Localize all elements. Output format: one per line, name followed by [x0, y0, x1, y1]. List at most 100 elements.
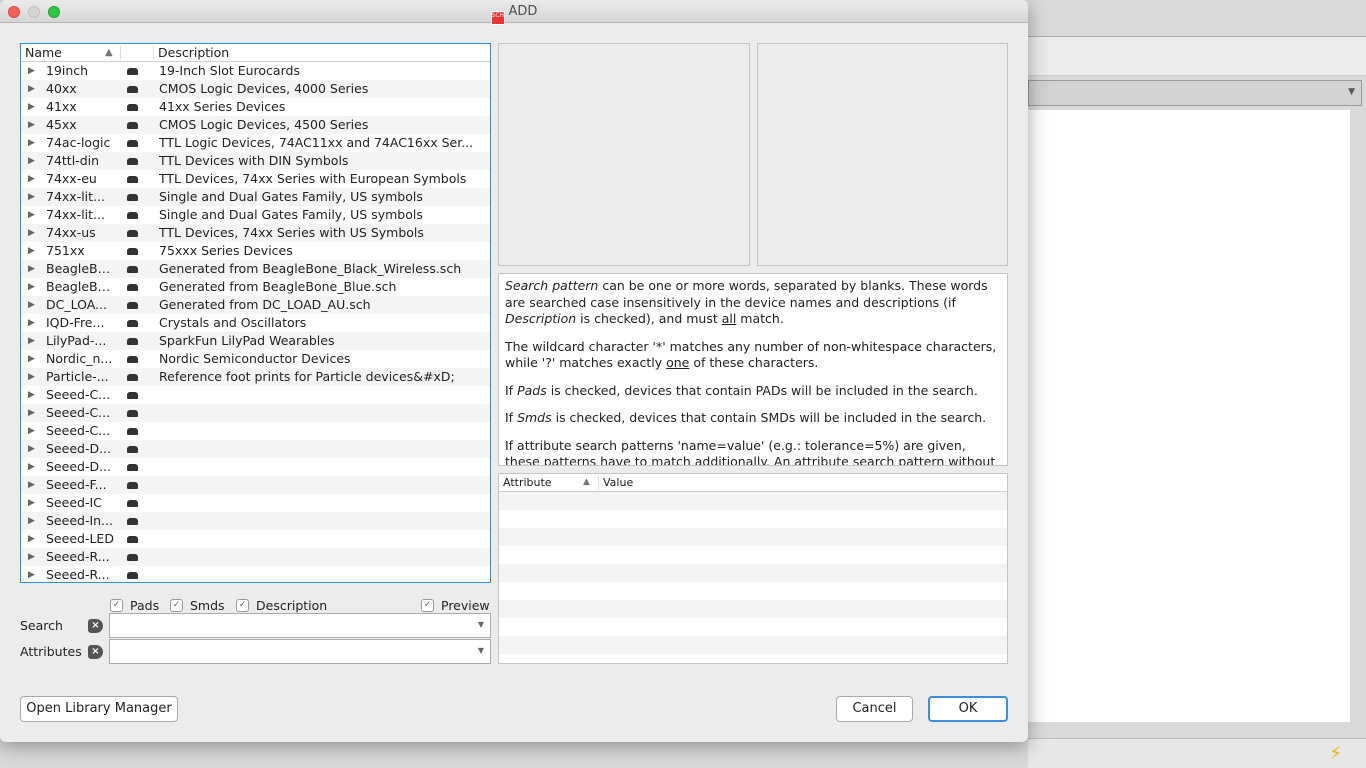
- column-value[interactable]: Value: [603, 474, 633, 491]
- expand-arrow-icon[interactable]: ▶: [28, 494, 35, 512]
- library-row[interactable]: ▶ 19inch 19-Inch Slot Eurocards: [21, 62, 490, 80]
- attribute-row: [499, 564, 1007, 582]
- cancel-button[interactable]: Cancel: [836, 696, 913, 722]
- library-row[interactable]: ▶ Seeed-IC: [21, 494, 490, 512]
- library-row[interactable]: ▶ LilyPad-... SparkFun LilyPad Wearables: [21, 332, 490, 350]
- expand-arrow-icon[interactable]: ▶: [28, 242, 35, 260]
- expand-arrow-icon[interactable]: ▶: [28, 386, 35, 404]
- library-description: Nordic Semiconductor Devices: [159, 351, 351, 366]
- chevron-down-icon[interactable]: ▼: [478, 646, 484, 655]
- library-row[interactable]: ▶ Seeed-F...: [21, 476, 490, 494]
- pads-checkbox[interactable]: ✓ Pads: [110, 598, 159, 613]
- expand-arrow-icon[interactable]: ▶: [28, 98, 35, 116]
- library-row[interactable]: ▶ Seeed-In...: [21, 512, 490, 530]
- expand-arrow-icon[interactable]: ▶: [28, 368, 35, 386]
- column-attribute[interactable]: Attribute: [503, 474, 552, 491]
- library-row[interactable]: ▶ 74ttl-din TTL Devices with DIN Symbols: [21, 152, 490, 170]
- library-icon: [127, 122, 138, 129]
- help-text-segment: If: [505, 382, 518, 398]
- library-name: Seeed-C...: [46, 387, 111, 402]
- library-row[interactable]: ▶ DC_LOA... Generated from DC_LOAD_AU.sch: [21, 296, 490, 314]
- library-row[interactable]: ▶ 41xx 41xx Series Devices: [21, 98, 490, 116]
- expand-arrow-icon[interactable]: ▶: [28, 530, 35, 548]
- open-library-manager-button[interactable]: Open Library Manager: [20, 696, 178, 722]
- library-name: Seeed-D...: [46, 441, 111, 456]
- expand-arrow-icon[interactable]: ▶: [28, 566, 35, 582]
- library-description: Generated from BeagleBone_Blue.sch: [159, 279, 397, 294]
- library-icon: [127, 140, 138, 147]
- minimize-button[interactable]: [28, 6, 40, 18]
- library-row[interactable]: ▶ Nordic_n... Nordic Semiconductor Devices: [21, 350, 490, 368]
- library-row[interactable]: ▶ BeagleBo... Generated from BeagleBone_Bl…: [21, 278, 490, 296]
- expand-arrow-icon[interactable]: ▶: [28, 62, 35, 80]
- library-row[interactable]: ▶ BeagleBo... Generated from BeagleBone_Bl…: [21, 260, 490, 278]
- library-row[interactable]: ▶ 751xx 75xxx Series Devices: [21, 242, 490, 260]
- column-description[interactable]: Description: [158, 44, 229, 61]
- library-row[interactable]: ▶ Seeed-D...: [21, 458, 490, 476]
- library-row[interactable]: ▶ Particle-... Reference foot prints for P…: [21, 368, 490, 386]
- library-row[interactable]: ▶ Seeed-LED: [21, 530, 490, 548]
- expand-arrow-icon[interactable]: ▶: [28, 458, 35, 476]
- help-paragraph: If attribute search patterns 'name=value…: [505, 438, 1001, 466]
- expand-arrow-icon[interactable]: ▶: [28, 170, 35, 188]
- library-row[interactable]: ▶ Seeed-C...: [21, 422, 490, 440]
- expand-arrow-icon[interactable]: ▶: [28, 422, 35, 440]
- library-name: 74ttl-din: [46, 153, 100, 168]
- library-row[interactable]: ▶ Seeed-D...: [21, 440, 490, 458]
- background-combo[interactable]: ▼: [1028, 80, 1362, 106]
- library-row[interactable]: ▶ 74xx-eu TTL Devices, 74xx Series with Eu…: [21, 170, 490, 188]
- expand-arrow-icon[interactable]: ▶: [28, 296, 35, 314]
- expand-arrow-icon[interactable]: ▶: [28, 80, 35, 98]
- library-row[interactable]: ▶ Seeed-R...: [21, 566, 490, 582]
- expand-arrow-icon[interactable]: ▶: [28, 224, 35, 242]
- close-button[interactable]: [8, 6, 20, 18]
- expand-arrow-icon[interactable]: ▶: [28, 350, 35, 368]
- clear-attributes-icon[interactable]: ×: [88, 645, 103, 659]
- expand-arrow-icon[interactable]: ▶: [28, 260, 35, 278]
- attributes-input[interactable]: ▼: [109, 639, 491, 664]
- library-row[interactable]: ▶ 40xx CMOS Logic Devices, 4000 Series: [21, 80, 490, 98]
- chevron-down-icon[interactable]: ▼: [478, 620, 484, 629]
- library-name: Seeed-D...: [46, 459, 111, 474]
- help-text-segment: is checked, devices that contain PADs wi…: [546, 382, 978, 398]
- library-row[interactable]: ▶ 74xx-lit... Single and Dual Gates Family…: [21, 188, 490, 206]
- library-description: Generated from DC_LOAD_AU.sch: [159, 297, 371, 312]
- expand-arrow-icon[interactable]: ▶: [28, 278, 35, 296]
- expand-arrow-icon[interactable]: ▶: [28, 314, 35, 332]
- search-input[interactable]: ▼: [109, 613, 491, 638]
- attribute-table[interactable]: Attribute ▲ Value: [498, 473, 1008, 664]
- expand-arrow-icon[interactable]: ▶: [28, 188, 35, 206]
- library-row[interactable]: ▶ Seeed-R...: [21, 548, 490, 566]
- library-tree[interactable]: Name ▲ Description ▶ 19inch 19-Inch Slot E…: [20, 43, 491, 583]
- expand-arrow-icon[interactable]: ▶: [28, 512, 35, 530]
- window-title: ADD: [508, 4, 538, 19]
- clear-search-icon[interactable]: ×: [88, 619, 103, 633]
- expand-arrow-icon[interactable]: ▶: [28, 440, 35, 458]
- smds-checkbox[interactable]: ✓ Smds: [170, 598, 225, 613]
- pads-label: Pads: [130, 598, 160, 613]
- preview-checkbox[interactable]: ✓ Preview: [421, 598, 490, 613]
- zoom-button[interactable]: [48, 6, 60, 18]
- expand-arrow-icon[interactable]: ▶: [28, 404, 35, 422]
- library-row[interactable]: ▶ Seeed-C...: [21, 386, 490, 404]
- library-row[interactable]: ▶ 74ac-logic TTL Logic Devices, 74AC11xx a…: [21, 134, 490, 152]
- library-icon: [127, 86, 138, 93]
- expand-arrow-icon[interactable]: ▶: [28, 206, 35, 224]
- library-name: DC_LOA...: [46, 297, 107, 312]
- ok-button[interactable]: OK: [928, 696, 1008, 722]
- library-icon: [127, 410, 138, 417]
- expand-arrow-icon[interactable]: ▶: [28, 116, 35, 134]
- expand-arrow-icon[interactable]: ▶: [28, 152, 35, 170]
- library-row[interactable]: ▶ IQD-Fre... Crystals and Oscillators: [21, 314, 490, 332]
- library-row[interactable]: ▶ 45xx CMOS Logic Devices, 4500 Series: [21, 116, 490, 134]
- library-row[interactable]: ▶ Seeed-C...: [21, 404, 490, 422]
- library-row[interactable]: ▶ 74xx-us TTL Devices, 74xx Series with US…: [21, 224, 490, 242]
- expand-arrow-icon[interactable]: ▶: [28, 134, 35, 152]
- column-name[interactable]: Name: [25, 44, 62, 61]
- library-row[interactable]: ▶ 74xx-lit... Single and Dual Gates Family…: [21, 206, 490, 224]
- expand-arrow-icon[interactable]: ▶: [28, 476, 35, 494]
- expand-arrow-icon[interactable]: ▶: [28, 332, 35, 350]
- description-checkbox[interactable]: ✓ Description: [236, 598, 327, 613]
- help-paragraph: Search pattern can be one or more words,…: [505, 278, 1001, 328]
- expand-arrow-icon[interactable]: ▶: [28, 548, 35, 566]
